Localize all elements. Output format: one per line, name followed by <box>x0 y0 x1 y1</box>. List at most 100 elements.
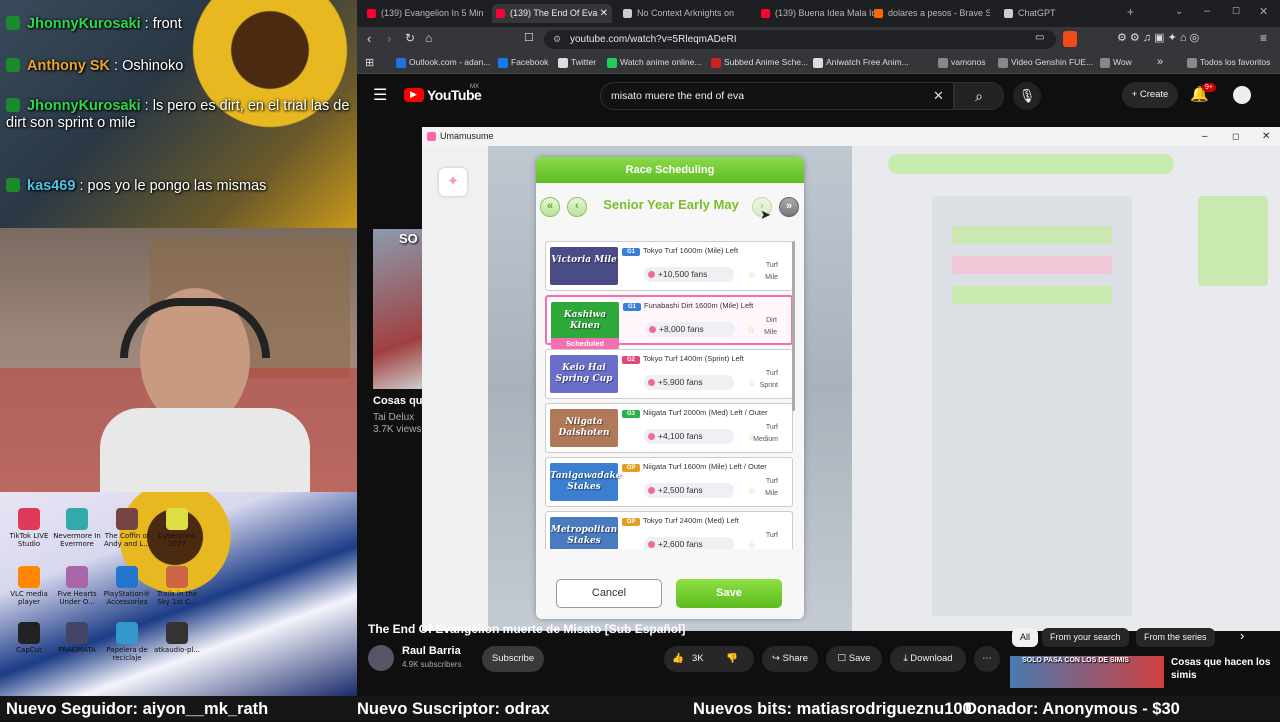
reload-icon[interactable]: ↻ <box>405 31 415 45</box>
browser-tab[interactable]: ChatGPT <box>1000 4 1120 23</box>
minimize-icon[interactable]: – <box>1204 5 1210 17</box>
bookmark-item[interactable]: Facebook <box>498 56 548 69</box>
create-button[interactable]: + Create <box>1122 82 1178 108</box>
extensions-icon[interactable]: ⚙ ⚙ ♫ ▣ ✦ ⌂ ◎ <box>1117 31 1199 44</box>
race-entry[interactable]: Tanigawadake Stakes OP Niigata Turf 1600… <box>545 457 793 507</box>
avatar[interactable] <box>1233 86 1251 104</box>
like-icon[interactable]: 👍 <box>672 646 684 672</box>
game-close-icon[interactable]: ✕ <box>1262 127 1270 146</box>
shortcut-label: PlayStation® Accessories <box>103 590 151 606</box>
rec-video-title[interactable]: Cosas que hacen los simis <box>1171 656 1271 682</box>
race-entry[interactable]: Kashiwa Kinen Scheduled G1 Funabashi Dir… <box>545 295 793 349</box>
dislike-icon[interactable]: 👎 <box>726 646 738 672</box>
cast-icon[interactable]: ▭ <box>1035 32 1044 43</box>
save-button[interactable]: Save <box>676 579 782 608</box>
recommendation-thumbnail[interactable]: SO <box>373 229 427 389</box>
menu-icon[interactable]: ≡ <box>1260 31 1267 45</box>
race-title: Tokyo Turf 1400m (Sprint) Left <box>643 354 744 363</box>
bookmark-label: Twitter <box>571 57 597 67</box>
first-page-button[interactable]: « <box>540 197 560 217</box>
bookmark-item[interactable]: Subbed Anime Sche... <box>711 56 808 69</box>
bookmark-item[interactable]: Twitter <box>558 56 596 69</box>
race-list-scrollbar[interactable] <box>792 241 795 411</box>
bookmark-item[interactable]: Watch anime online... <box>607 56 701 69</box>
channel-name[interactable]: Raul Barria <box>402 645 461 657</box>
search-input[interactable]: misato muere the end of eva ✕ <box>600 82 954 110</box>
browser-tab[interactable]: No Context Arknights on <box>619 4 739 23</box>
bookmark-item[interactable]: Outlook.com - adan... <box>396 56 490 69</box>
bookmark-favicon-icon <box>607 58 617 68</box>
chip-from-the-series[interactable]: From the series <box>1136 628 1215 647</box>
browser-tab[interactable]: (139) Evangelion In 5 Min <box>363 4 483 23</box>
desktop-shortcut[interactable]: Papelera de reciclaje <box>102 622 152 662</box>
voice-search-icon[interactable]: 🎙 <box>1013 82 1041 110</box>
chip-all[interactable]: All <box>1012 628 1039 647</box>
pin-icon[interactable]: ✦ <box>439 168 467 196</box>
bookmark-item[interactable]: Aniwatch Free Anim... <box>813 56 909 69</box>
close-tab-icon[interactable]: ✕ <box>600 4 608 23</box>
home-icon[interactable]: ⌂ <box>425 31 432 45</box>
game-minimize-icon[interactable]: – <box>1202 127 1208 146</box>
race-distance: Medium <box>753 436 778 443</box>
back-icon[interactable]: ‹ <box>367 31 371 46</box>
desktop-shortcut[interactable]: Nevermore In Evermore <box>52 508 102 548</box>
recommendation-channel[interactable]: Tai Delux <box>373 412 414 423</box>
like-count[interactable]: 3K <box>692 646 704 672</box>
site-info-icon[interactable]: ⚙ <box>553 30 561 49</box>
chat-username: kas469 <box>27 178 76 194</box>
recommendation-title[interactable]: Cosas qu <box>373 395 423 407</box>
bookmark-item[interactable]: Todos los favoritos <box>1187 56 1270 69</box>
cancel-button[interactable]: Cancel <box>556 579 662 608</box>
browser-tab[interactable]: (139) The End Of Eva ✕ <box>492 4 612 23</box>
shortcut-icon <box>116 508 138 530</box>
bookmark-item[interactable]: Video Genshin FUE... <box>998 56 1093 69</box>
desktop-shortcut[interactable]: The Coffin of Andy and L... <box>102 508 152 548</box>
save-video-button[interactable]: ☐ Save <box>826 646 882 672</box>
desktop-shortcut[interactable]: VLC media player <box>4 566 54 606</box>
race-entry[interactable]: Keio Hai Spring Cup G2 Tokyo Turf 1400m … <box>545 349 793 399</box>
desktop-shortcut[interactable]: PlayStation® Accessories <box>102 566 152 606</box>
more-bookmarks-icon[interactable]: » <box>1157 56 1163 68</box>
game-maximize-icon[interactable]: ◻ <box>1232 127 1239 146</box>
more-actions-icon[interactable]: ⋯ <box>974 646 1000 672</box>
race-list[interactable]: Victoria Mile G1 Tokyo Turf 1600m (Mile)… <box>545 241 795 549</box>
tab-search-icon[interactable]: ⌄ <box>1175 6 1183 17</box>
desktop-shortcut[interactable]: Trails in the Sky 1st C... <box>152 566 202 606</box>
tab-label: No Context Arknights on <box>637 8 735 18</box>
maximize-icon[interactable]: ◻ <box>1232 5 1240 16</box>
bookmark-item[interactable]: Wow <box>1100 56 1132 69</box>
chips-next-icon[interactable]: › <box>1240 628 1244 643</box>
previous-button[interactable]: ‹ <box>567 197 587 217</box>
last-page-button[interactable]: » <box>779 197 799 217</box>
chip-from-your-search[interactable]: From your search <box>1042 628 1129 647</box>
download-button[interactable]: ⤓ Download <box>890 646 966 672</box>
race-entry[interactable]: Victoria Mile G1 Tokyo Turf 1600m (Mile)… <box>545 241 793 291</box>
bookmark-icon[interactable]: ☐ <box>524 31 534 44</box>
desktop-shortcut[interactable]: Cyberpunk 2077 <box>152 508 202 548</box>
kick-badge-icon <box>6 58 20 72</box>
desktop-shortcut[interactable]: atkaudio-pl... <box>152 622 202 654</box>
new-tab-button[interactable]: + <box>1127 5 1134 19</box>
hamburger-menu-icon[interactable]: ☰ <box>373 85 387 105</box>
forward-icon[interactable]: › <box>387 31 391 46</box>
close-window-icon[interactable]: ✕ <box>1259 5 1268 18</box>
race-entry[interactable]: Metropolitan Stakes OP Tokyo Turf 2400m … <box>545 511 793 549</box>
rec-video-thumbnail[interactable]: SOLO PASA CON LOS DE SIMIS <box>1010 656 1164 688</box>
race-entry[interactable]: Niigata Daishoten G3 Niigata Turf 2000m … <box>545 403 793 453</box>
desktop-shortcut[interactable]: TikTok LIVE Studio <box>4 508 54 548</box>
bookmark-item[interactable]: vamonos <box>938 56 986 69</box>
address-bar[interactable]: ⚙ youtube.com/watch?v=5RleqmADeRI <box>544 30 1056 49</box>
search-button[interactable]: ⌕ <box>954 82 1004 110</box>
channel-avatar[interactable] <box>368 645 394 671</box>
desktop-shortcut[interactable]: PRAGMATA <box>52 622 102 654</box>
brave-shield-icon[interactable] <box>1063 31 1077 47</box>
apps-grid-icon[interactable]: ⊞ <box>365 56 374 69</box>
clear-search-icon[interactable]: ✕ <box>933 83 944 109</box>
desktop-shortcut[interactable]: CapCut <box>4 622 54 654</box>
browser-tab[interactable]: (139) Buena Idea Mala Ide <box>757 4 877 23</box>
subscribe-button[interactable]: Subscribe <box>482 646 544 672</box>
desktop-shortcut[interactable]: Five Hearts Under O... <box>52 566 102 606</box>
desktop-area: TikTok LIVE Studio Nevermore In Evermore… <box>0 492 357 696</box>
share-button[interactable]: ↪ Share <box>762 646 818 672</box>
browser-tab[interactable]: dolares a pesos - Brave Se <box>870 4 990 23</box>
